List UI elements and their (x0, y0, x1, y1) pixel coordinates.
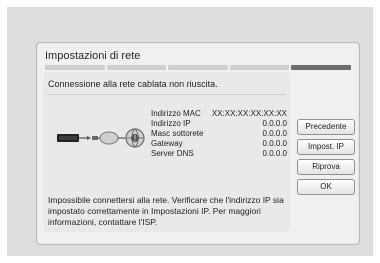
progress-tab (45, 65, 105, 70)
progress-tab-active (291, 65, 351, 70)
ok-button[interactable]: OK (297, 179, 355, 195)
info-row-mac: Indirizzo MAC XX:XX:XX:XX:XX:XX (151, 109, 287, 119)
info-row-gateway: Gateway 0.0.0.0 (151, 139, 287, 149)
info-row-subnet: Masc sottorete 0.0.0.0 (151, 129, 287, 139)
progress-tab (106, 65, 167, 70)
progress-tab (229, 65, 290, 70)
network-info: Indirizzo MAC XX:XX:XX:XX:XX:XX Indirizz… (151, 109, 287, 159)
info-label: Indirizzo MAC (151, 109, 201, 118)
info-value: 0.0.0.0 (262, 139, 287, 148)
info-value: 0.0.0.0 (262, 119, 287, 128)
network-settings-dialog: Impostazioni di rete Connessione alla re… (36, 42, 360, 245)
button-column: Precedente Impost. IP Riprova OK (297, 119, 355, 195)
info-value: 0.0.0.0 (262, 149, 287, 158)
info-label: Masc sottorete (151, 129, 204, 138)
progress-tab (168, 65, 228, 70)
error-message: Impossibile connettersi alla rete. Verif… (48, 195, 284, 227)
info-value: XX:XX:XX:XX:XX:XX (211, 109, 287, 118)
divider (47, 94, 286, 95)
info-label: Indirizzo IP (151, 119, 191, 128)
info-label: Gateway (151, 139, 183, 148)
content-panel: Connessione alla rete cablata non riusci… (43, 72, 290, 232)
info-label: Server DNS (151, 149, 194, 158)
info-row-ip: Indirizzo IP 0.0.0.0 (151, 119, 287, 129)
globe-error-icon: ! (125, 128, 145, 148)
connection-status: Connessione alla rete cablata non riusci… (48, 79, 218, 89)
network-diagram: ! (57, 128, 145, 148)
progress-tabs (45, 65, 351, 70)
info-row-dns: Server DNS 0.0.0.0 (151, 149, 287, 159)
ip-settings-button[interactable]: Impost. IP (297, 139, 355, 155)
tv-screen: Impostazioni di rete Connessione alla re… (7, 7, 373, 256)
device-icon (57, 134, 79, 142)
svg-text:!: ! (134, 134, 136, 143)
router-icon (98, 131, 125, 145)
cable-plug-icon (79, 136, 98, 140)
retry-button[interactable]: Riprova (297, 159, 355, 175)
info-value: 0.0.0.0 (262, 129, 287, 138)
previous-button[interactable]: Precedente (297, 119, 355, 135)
dialog-title: Impostazioni di rete (45, 50, 141, 62)
